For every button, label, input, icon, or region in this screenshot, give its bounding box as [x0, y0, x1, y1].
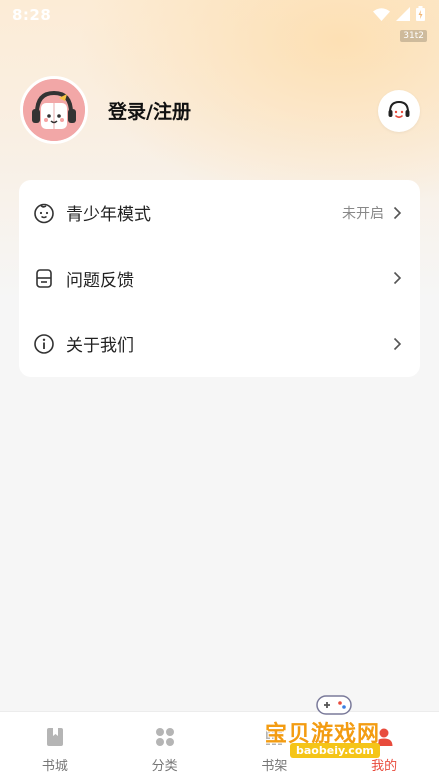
tab-category[interactable]: 分类 — [110, 712, 220, 780]
battery-charging-icon — [416, 5, 425, 25]
gamepad-icon — [316, 695, 352, 715]
menu-item-feedback[interactable]: 问题反馈 — [19, 246, 420, 312]
status-time: 8:28 — [12, 6, 52, 24]
watermark-url: baobeiy.com — [290, 743, 380, 758]
status-bar: 8:28 — [0, 0, 439, 30]
login-register-link[interactable]: 登录/注册 — [108, 97, 191, 124]
tab-bookstore[interactable]: 书城 — [0, 712, 110, 780]
chevron-right-icon — [392, 337, 402, 351]
avatar[interactable] — [20, 76, 88, 144]
menu-item-youth-mode[interactable]: 青少年模式 未开启 — [19, 180, 420, 246]
tab-label: 书城 — [41, 759, 68, 774]
wifi-icon — [373, 6, 390, 25]
tab-label: 分类 — [151, 759, 178, 774]
menu-label: 关于我们 — [66, 336, 134, 357]
category-grid-icon — [154, 726, 176, 748]
status-icons — [373, 5, 425, 25]
site-watermark: 宝贝游戏网 baobeiy.com — [262, 690, 412, 776]
info-circle-icon — [33, 333, 55, 355]
chevron-right-icon — [392, 271, 402, 285]
menu-label: 青少年模式 — [66, 205, 151, 226]
cellular-signal-icon — [396, 6, 410, 25]
menu-item-about-us[interactable]: 关于我们 — [19, 311, 420, 377]
feedback-box-icon — [33, 267, 55, 289]
bookstore-icon — [44, 726, 66, 748]
headphone-book-mascot-icon — [23, 79, 85, 141]
profile-header: 登录/注册 — [20, 76, 420, 144]
customer-service-headset-icon — [388, 100, 410, 119]
chevron-right-icon — [392, 206, 402, 220]
network-speed-badge: 31t2 — [400, 30, 427, 42]
settings-menu-card: 青少年模式 未开启 问题反馈 关于我们 — [19, 180, 420, 377]
youth-mode-status: 未开启 — [342, 205, 384, 222]
menu-label: 问题反馈 — [66, 270, 134, 291]
child-face-icon — [33, 202, 55, 224]
customer-service-button[interactable] — [378, 90, 420, 132]
